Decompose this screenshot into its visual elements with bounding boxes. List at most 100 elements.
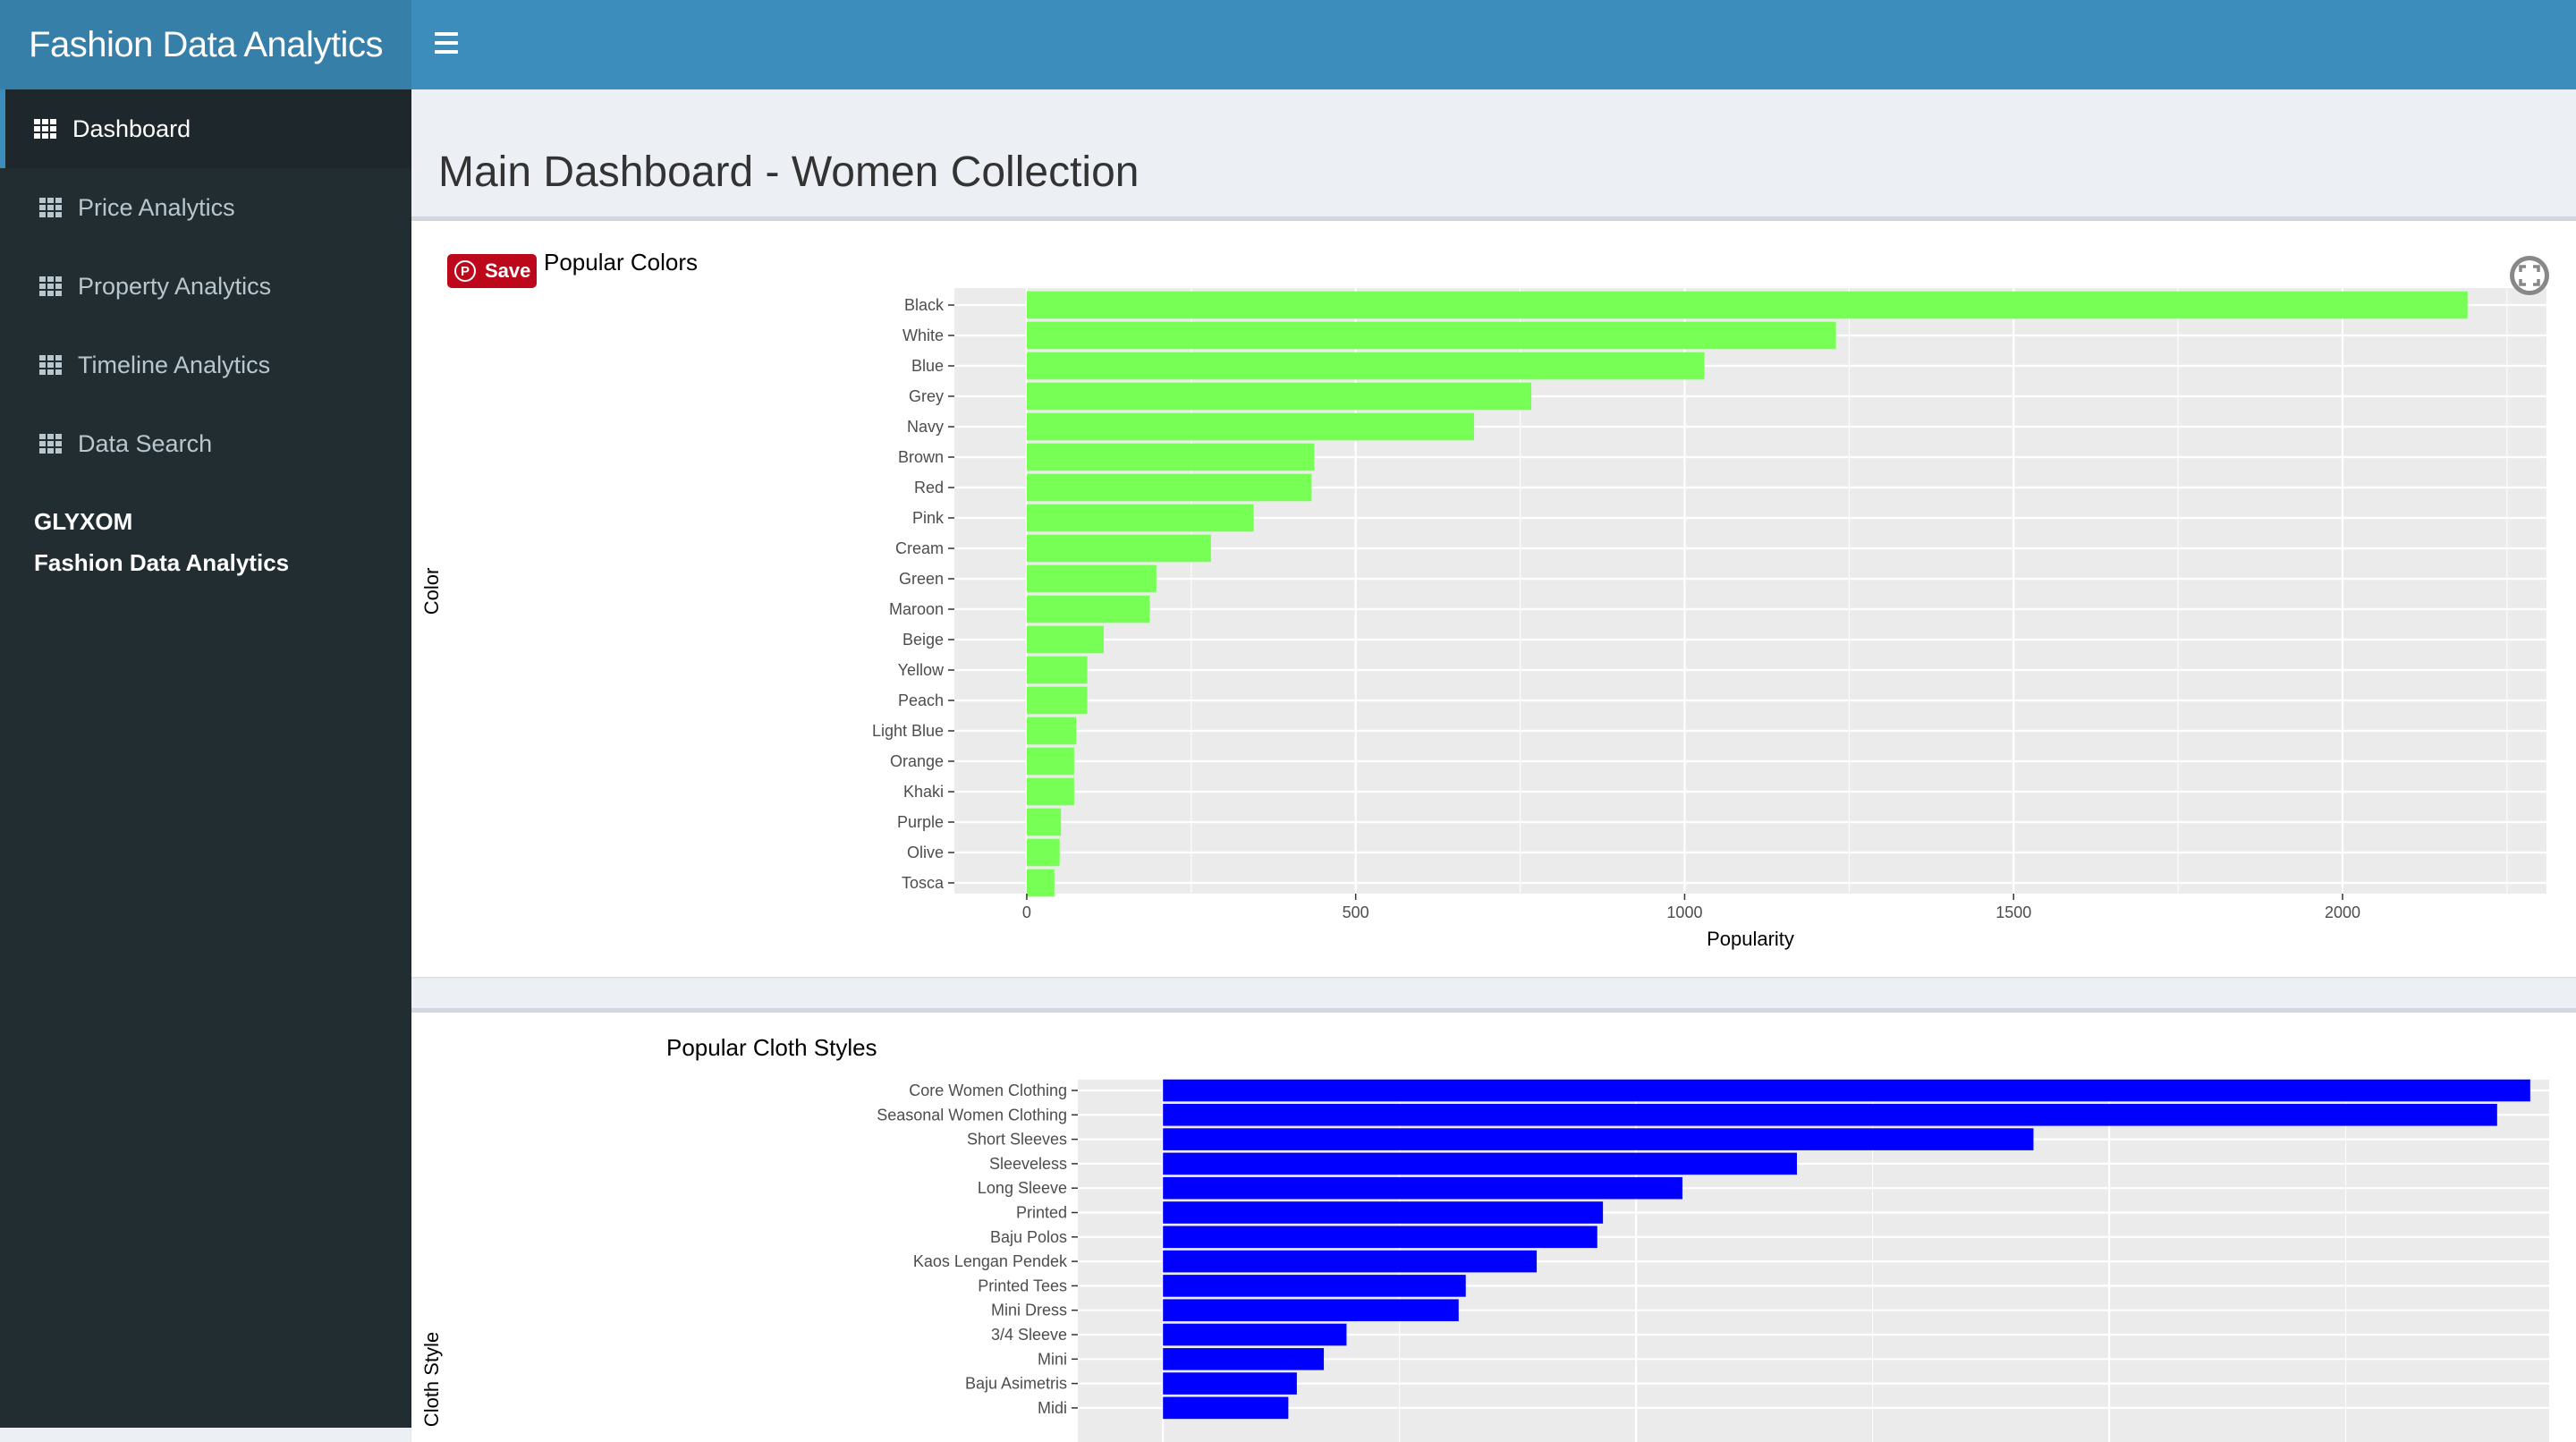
bar-red (1026, 473, 1312, 502)
grid-icon (39, 276, 62, 296)
chart-box-colors: Black White Blue Grey Navy Brown Red Pink Cream G… (411, 216, 2576, 977)
sidebar-item-label: Timeline Analytics (78, 351, 271, 378)
y-tick-label: Sleeveless (989, 1155, 1067, 1173)
bar-sleeveless (1163, 1152, 1797, 1175)
y-tick-label: Blue (911, 357, 944, 375)
bar-pink (1026, 504, 1254, 532)
x-tick-label: 1500 (1996, 903, 2031, 921)
sidebar-item-property-analytics[interactable]: Property Analytics (0, 247, 411, 326)
sidebar-item-data-search[interactable]: Data Search (0, 404, 411, 483)
chart-title: Popular Colors (544, 249, 698, 276)
app-title: Fashion Data Analytics (29, 24, 383, 64)
y-tick-label: Red (914, 479, 944, 496)
chart-box-cloth-styles: Core Women Clothing Seasonal Women Clothi… (411, 1008, 2576, 1442)
bar-green (1026, 564, 1157, 593)
x-tick-label: 0 (1022, 903, 1031, 921)
y-tick-label: Tosca (902, 874, 945, 892)
y-tick-label: Green (899, 570, 944, 588)
y-tick-label: Core Women Clothing (909, 1082, 1067, 1099)
bar-short-sleeves (1163, 1128, 2034, 1150)
sidebar-item-dashboard[interactable]: Dashboard (0, 89, 411, 168)
bar-baju-polos (1163, 1226, 1597, 1249)
bar-mini (1163, 1348, 1325, 1370)
bar-midi (1163, 1396, 1289, 1420)
grid-icon (39, 198, 62, 217)
y-tick-label: Printed Tees (978, 1277, 1067, 1294)
y-tick-label: Khaki (903, 783, 944, 801)
x-tick-label: 2000 (2325, 903, 2360, 921)
bar-khaki (1026, 777, 1074, 806)
sidebar-item-label: Data Search (78, 429, 213, 457)
sidebar-item-timeline-analytics[interactable]: Timeline Analytics (0, 326, 411, 404)
popular-cloth-styles-chart: Core Women Clothing Seasonal Women Clothi… (420, 1034, 2549, 1442)
y-tick-label: Navy (907, 418, 944, 436)
pinterest-icon: P (454, 260, 476, 282)
brand-subtitle: Fashion Data Analytics (34, 549, 290, 576)
bar-navy (1026, 412, 1475, 441)
brand-name: GLYXOM (34, 508, 133, 535)
bar-black (1026, 291, 2468, 319)
y-tick-label: Kaos Lengan Pendek (913, 1252, 1068, 1270)
y-tick-label: Baju Polos (990, 1228, 1067, 1246)
fullscreen-icon[interactable] (2508, 254, 2551, 297)
y-tick-label: Short Sleeves (967, 1131, 1067, 1149)
pinterest-save-button[interactable]: P Save (447, 254, 537, 288)
y-tick-label: 3/4 Sleeve (991, 1326, 1067, 1344)
y-tick-label: Beige (902, 631, 944, 649)
sidebar-item-price-analytics[interactable]: Price Analytics (0, 168, 411, 247)
bar-printed (1163, 1201, 1604, 1224)
bar-long-sleeve (1163, 1176, 1682, 1200)
grid-icon (39, 355, 62, 375)
y-tick-label: Maroon (889, 600, 944, 618)
y-tick-label: Purple (897, 813, 944, 831)
bar-3-4-sleeve (1163, 1323, 1347, 1346)
y-tick-label: Black (904, 296, 945, 314)
bar-seasonal-women-clothing (1163, 1104, 2497, 1126)
app-logo[interactable]: Fashion Data Analytics (0, 0, 411, 89)
y-tick-label: Seasonal Women Clothing (877, 1106, 1067, 1124)
bar-peach (1026, 686, 1088, 715)
y-tick-label: Midi (1038, 1399, 1067, 1417)
bar-white (1026, 321, 1836, 350)
grid-icon (39, 434, 62, 454)
top-navbar (411, 0, 2576, 89)
bar-maroon (1026, 595, 1150, 623)
bar-grey (1026, 382, 1532, 411)
sidebar-toggle-icon[interactable] (435, 32, 458, 54)
y-tick-label: Orange (890, 752, 944, 770)
bar-cream (1026, 534, 1211, 563)
y-tick-label: Grey (909, 387, 944, 405)
y-tick-label: Mini (1038, 1350, 1067, 1368)
sidebar-item-label: Price Analytics (78, 193, 235, 221)
y-axis-title: Color (420, 568, 443, 615)
y-tick-label: Cream (895, 539, 944, 557)
bar-purple (1026, 808, 1062, 836)
x-tick-label: 500 (1343, 903, 1369, 921)
bar-core-women-clothing (1163, 1079, 2530, 1102)
y-axis-title: Cloth Style (420, 1332, 443, 1427)
y-tick-label: Brown (898, 448, 944, 466)
bar-light-blue (1026, 717, 1077, 745)
page-title: Main Dashboard - Women Collection (438, 148, 1140, 196)
sidebar-item-label: Dashboard (72, 115, 191, 142)
bar-baju-asimetris (1163, 1372, 1297, 1395)
bar-beige (1026, 625, 1104, 654)
x-tick-label: 1000 (1666, 903, 1702, 921)
bar-brown (1026, 443, 1315, 471)
save-label: Save (485, 259, 531, 282)
bar-blue (1026, 352, 1705, 380)
y-tick-label: Peach (898, 691, 944, 709)
y-tick-label: Olive (907, 844, 944, 861)
x-axis-title: Popularity (1707, 928, 1794, 950)
sidebar-item-label: Property Analytics (78, 272, 272, 300)
y-tick-label: Yellow (898, 661, 945, 679)
bar-mini-dress (1163, 1299, 1459, 1321)
y-tick-label: White (902, 327, 944, 344)
bar-orange (1026, 747, 1074, 776)
bar-tosca (1026, 869, 1055, 897)
bar-printed-tees (1163, 1275, 1466, 1297)
bar-kaos-lengan-pendek (1163, 1250, 1538, 1273)
bar-olive (1026, 838, 1060, 867)
sidebar-brand: GLYXOM Fashion Data Analytics (0, 483, 411, 601)
chart-title: Popular Cloth Styles (666, 1034, 877, 1061)
